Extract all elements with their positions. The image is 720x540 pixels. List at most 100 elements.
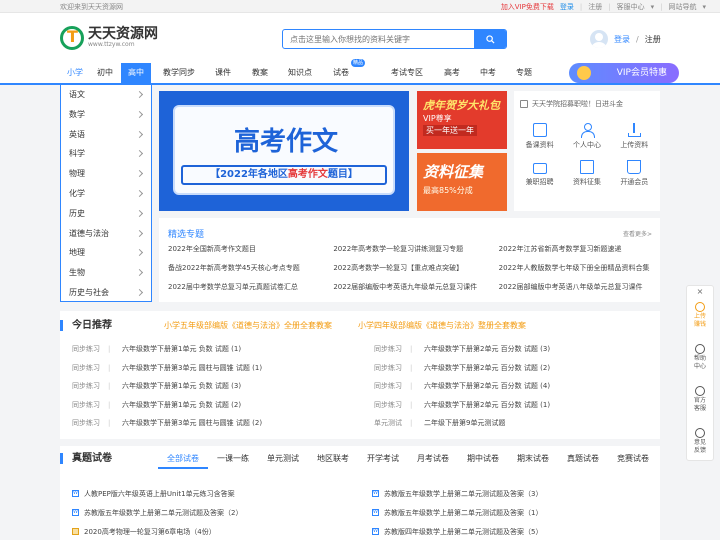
tab-lesson-practice[interactable]: 一课一练 bbox=[208, 451, 258, 469]
word-doc-icon: W bbox=[372, 528, 379, 535]
list-item[interactable]: 同步练习 | 六年级数学下册第2单元 百分数 试题 (3) bbox=[374, 344, 652, 363]
topic-link[interactable]: 2022年江苏省新高考数学复习新题速递 bbox=[499, 244, 654, 254]
tab-primary[interactable]: 小学 bbox=[60, 63, 90, 83]
sidebar-item-biology[interactable]: 生物 bbox=[61, 263, 151, 283]
chevron-down-icon: ▾ bbox=[702, 3, 706, 11]
nav-knowledge[interactable]: 知识点 bbox=[288, 63, 312, 83]
quick-material-collect[interactable]: 资料征集 bbox=[563, 160, 610, 187]
list-item[interactable]: W 人教PEP版六年级英语上册Unit1单元练习含答案 bbox=[72, 484, 352, 503]
top-register-link[interactable]: 注册 bbox=[588, 2, 602, 12]
list-item[interactable]: 同步练习 | 六年级数学下册第2单元 百分数 试题 (2) bbox=[374, 363, 652, 382]
sidebar-item-math[interactable]: 数学 bbox=[61, 105, 151, 125]
vip-offer-button[interactable]: VIP会员特惠 bbox=[569, 63, 679, 83]
sidebar-item-geography[interactable]: 地理 bbox=[61, 243, 151, 263]
search-input[interactable] bbox=[283, 30, 473, 48]
topic-link[interactable]: 2022届部编版中考英语八年级单元总复习课件 bbox=[499, 282, 654, 292]
headset-icon bbox=[695, 386, 705, 396]
sidebar-item-physics[interactable]: 物理 bbox=[61, 164, 151, 184]
help-center-button[interactable]: 帮助 中心 bbox=[687, 344, 713, 371]
sidebar-item-morality-law[interactable]: 道德与法治 bbox=[61, 224, 151, 244]
list-item[interactable]: 同步练习 | 六年级数学下册第2单元 百分数 试题 (4) bbox=[374, 381, 652, 400]
recommend-link[interactable]: 小学四年级部编版《道德与法治》整册全套教案 bbox=[358, 320, 526, 331]
site-nav-link[interactable]: 网站导航 bbox=[668, 2, 696, 12]
login-link[interactable]: 登录 bbox=[614, 34, 630, 45]
view-more-link[interactable]: 查看更多> bbox=[623, 229, 652, 238]
exam-column-right: W 苏教版五年级数学上册第二单元测试题及答案（3） W 苏教版五年级数学上册第二单元… bbox=[372, 484, 652, 540]
list-item[interactable]: 同步练习 | 六年级数学下册第3单元 圆柱与圆锥 试题 (2) bbox=[72, 418, 350, 437]
tab-final[interactable]: 期末试卷 bbox=[508, 451, 558, 469]
recommend-link[interactable]: 小学五年级部编版《道德与法治》全册全套教案 bbox=[164, 320, 332, 331]
search-button[interactable] bbox=[474, 30, 506, 48]
quick-lesson-material[interactable]: 备课资料 bbox=[516, 123, 563, 150]
topic-link[interactable]: 2022年人教版数学七年级下册全册精品资料合集 bbox=[499, 263, 654, 273]
nav-lesson-plan[interactable]: 教案 bbox=[252, 63, 268, 83]
nav-zhongkao[interactable]: 中考 bbox=[480, 63, 496, 83]
shop-icon bbox=[627, 160, 642, 174]
tab-midterm[interactable]: 期中试卷 bbox=[458, 451, 508, 469]
nav-sync-teaching[interactable]: 教学同步 bbox=[163, 63, 195, 83]
main-banner[interactable]: 高考作文 【2022年各地区高考作文题目】 bbox=[159, 91, 409, 211]
list-item[interactable]: 同步练习 | 六年级数学下册第1单元 负数 试题 (2) bbox=[72, 400, 350, 419]
nav-courseware[interactable]: 课件 bbox=[215, 63, 231, 83]
tab-real-exam[interactable]: 真题试卷 bbox=[558, 451, 608, 469]
tab-competition[interactable]: 竞赛试卷 bbox=[608, 451, 658, 469]
list-item[interactable]: 同步练习 | 六年级数学下册第3单元 圆柱与圆锥 试题 (1) bbox=[72, 363, 350, 382]
quick-part-time-jobs[interactable]: 兼职招聘 bbox=[516, 160, 563, 187]
sidebar-item-english[interactable]: 英语 bbox=[61, 125, 151, 145]
tab-all-papers[interactable]: 全部试卷 bbox=[158, 451, 208, 469]
floating-toolbar: × 上传 赚钱 帮助 中心 官方 客服 意见 反馈 bbox=[686, 285, 714, 461]
list-item[interactable]: 2020高考物理一轮复习第6章电场（4份） bbox=[72, 522, 352, 540]
topic-link[interactable]: 2022年高考数学一轮复习讲练测复习专题 bbox=[333, 244, 488, 254]
topic-link[interactable]: 2022高考数学一轮复习【重点难点突破】 bbox=[333, 263, 488, 273]
sidebar-item-history-society[interactable]: 历史与社会 bbox=[61, 283, 151, 303]
top-login-link[interactable]: 登录 bbox=[560, 2, 574, 12]
vip-download-link[interactable]: 加入VIP免费下载 bbox=[501, 2, 554, 12]
service-center-link[interactable]: 客服中心 bbox=[617, 2, 645, 12]
list-item[interactable]: W 苏教版五年级数学上册第二单元测试题及答案（3） bbox=[372, 484, 652, 503]
tab-senior[interactable]: 高中 bbox=[121, 63, 151, 83]
topic-link[interactable]: 2022届中考数学总复习单元真题试卷汇总 bbox=[168, 282, 323, 292]
list-item[interactable]: 同步练习 | 六年级数学下册第1单元 负数 试题 (3) bbox=[72, 381, 350, 400]
close-icon[interactable]: × bbox=[687, 286, 713, 298]
sidebar-item-chemistry[interactable]: 化学 bbox=[61, 184, 151, 204]
sidebar-item-chinese[interactable]: 语文 bbox=[61, 85, 151, 105]
avatar[interactable] bbox=[590, 30, 608, 48]
topic-link[interactable]: 备战2022年新高考数学45天核心考点专题 bbox=[168, 263, 323, 273]
list-item[interactable]: W 苏教版五年级数学上册第二单元测试题及答案（2） bbox=[72, 503, 352, 522]
sidebar-item-science[interactable]: 科学 bbox=[61, 144, 151, 164]
tab-monthly-exam[interactable]: 月考试卷 bbox=[408, 451, 458, 469]
register-link[interactable]: 注册 bbox=[645, 34, 661, 45]
list-item[interactable]: 同步练习 | 六年级数学下册第1单元 负数 试题 (1) bbox=[72, 344, 350, 363]
list-item[interactable]: 同步练习 | 六年级数学下册第2单元 百分数 试题 (1) bbox=[374, 400, 652, 419]
official-service-button[interactable]: 官方 客服 bbox=[687, 386, 713, 413]
nav-exam-zone[interactable]: 考试专区 bbox=[391, 63, 423, 83]
list-item[interactable]: W 苏教版五年级数学上册第二单元测试题及答案（1） bbox=[372, 503, 652, 522]
tab-regional-joint[interactable]: 地区联考 bbox=[308, 451, 358, 469]
quick-personal-center[interactable]: 个人中心 bbox=[563, 123, 610, 150]
logo-title: 天天资源网 bbox=[88, 26, 158, 42]
quick-grid: 备课资料 个人中心 上传资料 兼职招聘 资料征集 开通会员 bbox=[516, 123, 658, 187]
site-logo[interactable]: 天天资源网 www.ttzyw.com bbox=[60, 26, 158, 50]
recommend-column-left: 同步练习 | 六年级数学下册第1单元 负数 试题 (1) 同步练习 | 六年级数学下册第… bbox=[72, 344, 350, 437]
tab-junior[interactable]: 初中 bbox=[90, 63, 120, 83]
list-item[interactable]: 单元测试 | 二年级下册第9单元测试题 bbox=[374, 418, 652, 437]
nav-topics[interactable]: 专题 bbox=[516, 63, 532, 83]
promo-gift-pack[interactable]: 虎年贺岁大礼包 VIP尊享 买一年送一年 bbox=[417, 91, 507, 149]
upload-earn-button[interactable]: 上传 赚钱 bbox=[687, 302, 713, 329]
exam-papers: 真题试卷 全部试卷 一课一练 单元测试 地区联考 开学考试 月考试卷 期中试卷 … bbox=[60, 446, 660, 540]
sidebar-item-history[interactable]: 历史 bbox=[61, 204, 151, 224]
tab-opening-exam[interactable]: 开学考试 bbox=[358, 451, 408, 469]
topic-link[interactable]: 2022届部编版中考英语九年级单元总复习课件 bbox=[333, 282, 488, 292]
tab-unit-test[interactable]: 单元测试 bbox=[258, 451, 308, 469]
quick-open-vip[interactable]: 开通会员 bbox=[611, 160, 658, 187]
search-icon bbox=[485, 34, 495, 44]
promo-material-collect[interactable]: 资料征集 最高85%分成 bbox=[417, 153, 507, 211]
topic-link[interactable]: 2022年全国新高考作文题目 bbox=[168, 244, 323, 254]
nav-gaokao[interactable]: 高考 bbox=[444, 63, 460, 83]
quick-upload[interactable]: 上传资料 bbox=[611, 123, 658, 150]
list-item[interactable]: W 苏教版四年级数学上册第二单元测试题及答案（5） bbox=[372, 522, 652, 540]
notice[interactable]: 天天学院招募职啦！日进斗金 bbox=[520, 99, 623, 109]
nav-papers[interactable]: 试卷 bbox=[333, 63, 349, 83]
person-icon bbox=[580, 123, 595, 138]
feedback-button[interactable]: 意见 反馈 bbox=[687, 428, 713, 455]
